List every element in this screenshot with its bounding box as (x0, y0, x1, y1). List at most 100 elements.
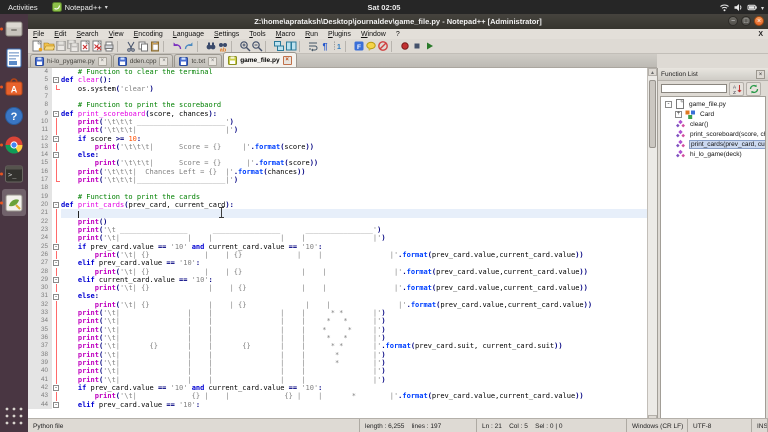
print-button[interactable] (103, 40, 115, 53)
fold-margin[interactable]: - (52, 76, 61, 85)
document-close-button[interactable]: X (758, 31, 763, 38)
menu-macro[interactable]: Macro (271, 31, 300, 38)
menu-encoding[interactable]: Encoding (129, 31, 168, 38)
fold-margin[interactable]: - (52, 400, 61, 409)
line-number[interactable]: 18 (28, 184, 52, 193)
app-menu[interactable]: Notepad++ ▾ (46, 2, 114, 12)
line-number[interactable]: 15 (28, 159, 52, 168)
disable-plugin-button[interactable] (377, 40, 389, 53)
activities-button[interactable]: Activities (0, 3, 46, 12)
tab-dden.cpp[interactable]: dden.cpp × (112, 54, 174, 67)
sync-vertical-button[interactable] (273, 40, 285, 53)
zoom-in-button[interactable] (239, 40, 251, 53)
open-file-button[interactable] (43, 40, 55, 53)
line-number[interactable]: 24 (28, 234, 52, 243)
menu-file[interactable]: File (28, 31, 49, 38)
tab-close-icon[interactable]: × (208, 56, 218, 66)
fold-margin[interactable]: - (52, 292, 61, 301)
line-number[interactable]: 44 (28, 400, 52, 409)
fold-collapse-box[interactable]: - (53, 293, 59, 300)
line-number[interactable]: 29 (28, 275, 52, 285)
fold-margin[interactable]: - (52, 201, 61, 210)
line-number[interactable]: 19 (28, 192, 52, 201)
line-number[interactable]: 43 (28, 392, 52, 401)
dock-item-ubuntu-software[interactable]: A (0, 72, 28, 101)
dock-item-help[interactable]: ? (0, 101, 28, 130)
expand-expander[interactable]: + (675, 110, 682, 118)
line-number[interactable]: 14 (28, 151, 52, 160)
line-number[interactable]: 25 (28, 242, 52, 251)
maximize-button[interactable]: □ (741, 16, 751, 26)
function-list-plugin-button[interactable]: F (353, 40, 365, 53)
fold-margin[interactable]: - (52, 259, 61, 268)
close-button[interactable]: × (754, 16, 764, 26)
line-number[interactable]: 42 (28, 383, 52, 393)
dock-item-terminal[interactable]: >_ (0, 159, 28, 188)
line-number[interactable]: 9 (28, 109, 52, 118)
line-number[interactable]: 10 (28, 117, 52, 127)
vertical-scroll-thumb[interactable] (649, 80, 656, 148)
line-number[interactable]: 7 (28, 92, 52, 102)
editor-vertical-scrollbar[interactable]: ▲ ▼ (647, 68, 657, 423)
fold-margin[interactable]: - (52, 151, 61, 160)
tree-item-print_cardsprev_cardcurren[interactable]: print_cards(prev_card, curren (661, 139, 765, 149)
line-number[interactable]: 26 (28, 250, 52, 260)
fold-margin[interactable]: - (52, 109, 61, 118)
line-number[interactable]: 16 (28, 167, 52, 177)
scroll-up-arrow[interactable]: ▲ (648, 68, 657, 76)
close-all-button[interactable] (91, 40, 103, 53)
tree-item-Card[interactable]: + Card (661, 109, 765, 119)
undo-button[interactable] (171, 40, 183, 53)
line-number[interactable]: 28 (28, 267, 52, 276)
line-number[interactable]: 37 (28, 342, 52, 351)
fold-collapse-box[interactable]: - (53, 401, 59, 408)
line-number[interactable]: 11 (28, 126, 52, 135)
line-number[interactable]: 5 (28, 76, 52, 85)
line-number[interactable]: 13 (28, 142, 52, 152)
line-number[interactable]: 31 (28, 292, 52, 301)
fold-collapse-box[interactable]: - (53, 110, 59, 117)
redo-button[interactable] (183, 40, 195, 53)
panel-close-button[interactable]: × (756, 69, 765, 79)
line-number[interactable]: 21 (28, 209, 52, 218)
new-file-button[interactable] (31, 40, 43, 53)
line-number[interactable]: 20 (28, 201, 52, 210)
line-number[interactable]: 38 (28, 350, 52, 359)
dock-item-files[interactable] (0, 14, 28, 43)
menu-view[interactable]: View (104, 31, 129, 38)
collapse-expander[interactable]: - (665, 100, 672, 108)
menu-settings[interactable]: Settings (209, 31, 244, 38)
line-number[interactable]: 22 (28, 217, 52, 226)
fold-collapse-box[interactable]: - (53, 276, 59, 283)
tab-close-icon[interactable]: × (97, 56, 107, 66)
line-number[interactable]: 36 (28, 334, 52, 343)
close-file-button[interactable] (79, 40, 91, 53)
fold-collapse-box[interactable]: - (53, 77, 59, 84)
dock-item-libreoffice-writer[interactable] (0, 43, 28, 72)
sync-horizontal-button[interactable] (285, 40, 297, 53)
dock-item-notepadpp[interactable] (0, 188, 28, 217)
window-titlebar[interactable]: Z:\home\aprataksh\Desktop\journaldev\gam… (28, 14, 768, 29)
fold-margin[interactable]: - (52, 134, 61, 143)
replace-button[interactable]: ab (217, 40, 229, 53)
tree-item-clear[interactable]: clear() (661, 119, 765, 129)
fold-margin[interactable]: - (52, 242, 61, 251)
menu-search[interactable]: Search (71, 31, 103, 38)
document-monitor-plugin-button[interactable] (365, 40, 377, 53)
clock[interactable]: Sat 02:05 (368, 3, 401, 12)
line-number[interactable]: 4 (28, 68, 52, 77)
line-number[interactable]: 34 (28, 317, 52, 326)
function-search-input[interactable] (661, 84, 727, 93)
tree-item-print_scoreboardscorechan[interactable]: print_scoreboard(score, chan (661, 129, 765, 139)
menu-plugins[interactable]: Plugins (323, 31, 356, 38)
line-number[interactable]: 27 (28, 259, 52, 268)
fold-collapse-box[interactable]: - (53, 152, 59, 159)
show-all-characters-button[interactable]: ¶ (319, 40, 331, 53)
menu-?[interactable]: ? (391, 31, 405, 38)
line-number[interactable]: 6 (28, 84, 52, 93)
dock-item-show-applications[interactable] (0, 401, 28, 430)
fold-margin[interactable]: - (52, 275, 61, 285)
fold-collapse-box[interactable]: - (53, 135, 59, 142)
tree-item-hi_lo_gamedeck[interactable]: hi_lo_game(deck) (661, 149, 765, 159)
menu-language[interactable]: Language (168, 31, 209, 38)
